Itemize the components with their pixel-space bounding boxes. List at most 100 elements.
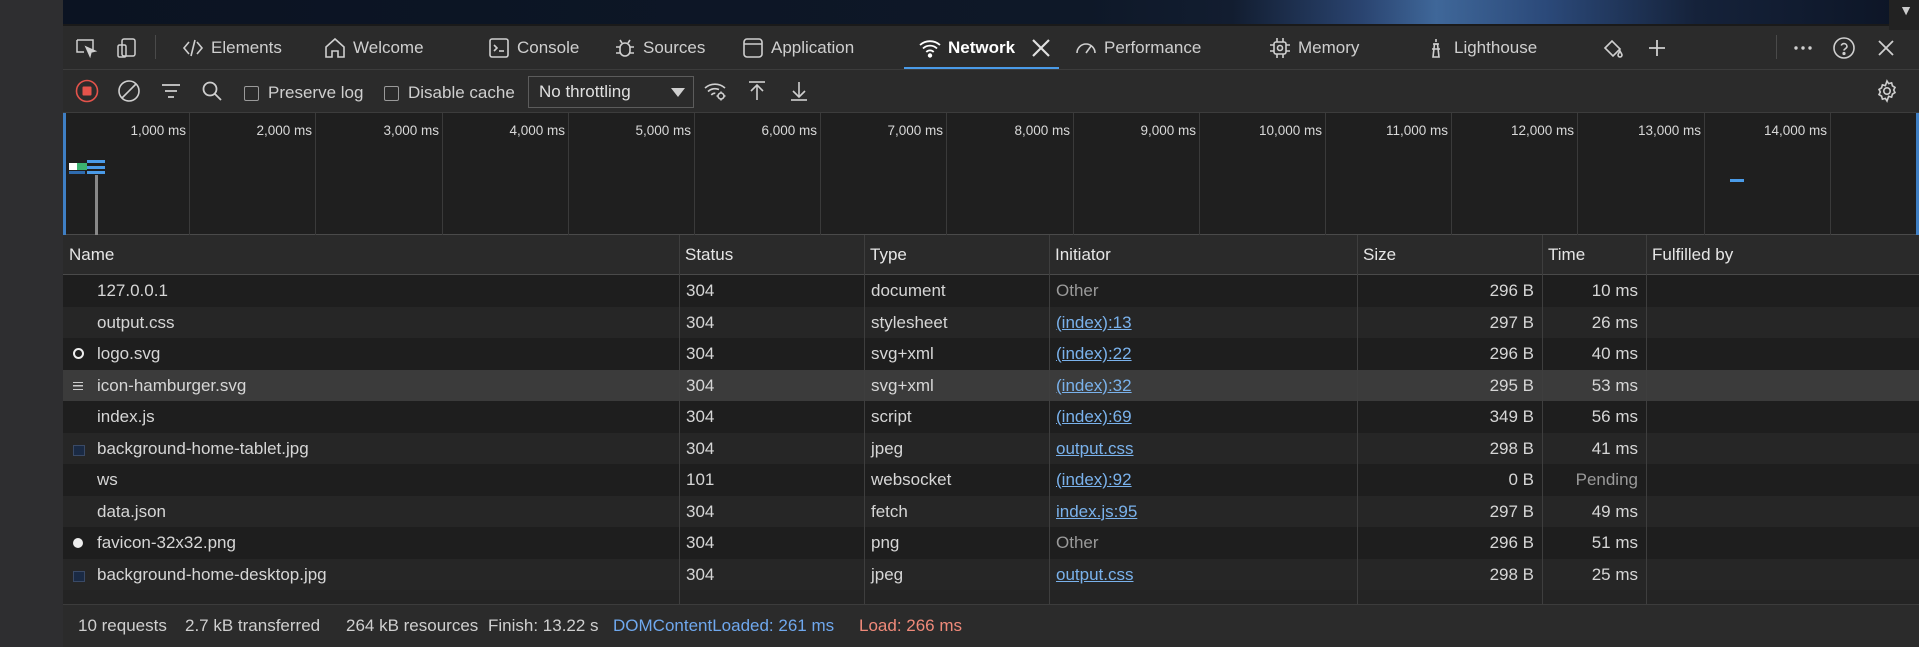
console-icon: [489, 37, 509, 58]
table-row[interactable]: output.css 304 stylesheet (index):13 297 B 26…: [63, 306, 1919, 339]
overview-tick-line: [442, 113, 443, 235]
tab-elements[interactable]: Elements: [181, 26, 282, 69]
cell-status: 101: [686, 470, 715, 489]
cell-type: png: [871, 533, 900, 552]
record-stop-icon[interactable]: [75, 79, 99, 103]
device-toolbar-icon[interactable]: [115, 36, 139, 60]
column-header-time[interactable]: Time: [1542, 235, 1646, 274]
initiator-link[interactable]: (index):13: [1056, 313, 1132, 332]
preserve-log-checkbox[interactable]: Preserve log: [244, 83, 363, 103]
tab-lighthouse[interactable]: Lighthouse: [1424, 26, 1537, 69]
disable-cache-checkbox[interactable]: Disable cache: [384, 83, 515, 103]
home-icon: [325, 37, 345, 58]
cell-size: 297 B: [1489, 501, 1534, 521]
overview-bar: [69, 163, 77, 170]
import-har-icon[interactable]: [745, 79, 769, 103]
tab-memory[interactable]: Memory: [1268, 26, 1359, 69]
tab-lighthouse-label: Lighthouse: [1454, 37, 1538, 57]
close-devtools-icon[interactable]: [1874, 36, 1898, 60]
table-row[interactable]: ws 101 websocket (index):92 0 B Pending: [63, 464, 1919, 496]
cell-initiator[interactable]: (index):92: [1056, 464, 1346, 496]
overview-tick-label: 3,000 ms: [383, 123, 439, 138]
inspect-element-icon[interactable]: [74, 36, 98, 60]
overview-tick-line: [1830, 113, 1831, 235]
cell-initiator[interactable]: (index):32: [1056, 370, 1346, 402]
cell-name: 127.0.0.1: [97, 281, 168, 300]
tab-performance[interactable]: Performance: [1074, 26, 1201, 69]
column-header-name[interactable]: Name: [63, 235, 679, 274]
cell-initiator[interactable]: (index):13: [1056, 307, 1346, 339]
overview-bar: [87, 166, 105, 169]
table-row[interactable]: background-home-tablet.jpg 304 jpeg output.…: [63, 432, 1919, 465]
cell-initiator[interactable]: (index):22: [1056, 338, 1346, 370]
filter-icon[interactable]: [159, 79, 183, 103]
overview-bar: [87, 160, 105, 163]
cell-initiator[interactable]: output.css: [1056, 433, 1346, 465]
overview-tick-label: 8,000 ms: [1014, 123, 1070, 138]
tab-separator: [1776, 35, 1777, 59]
table-row[interactable]: data.json 304 fetch index.js:95 297 B 49 ms: [63, 495, 1919, 528]
table-row[interactable]: favicon-32x32.png 304 png Other 296 B 51 ms: [63, 527, 1919, 559]
cell-initiator[interactable]: output.css: [1056, 559, 1346, 591]
column-header-size[interactable]: Size: [1357, 235, 1542, 274]
column-header-type[interactable]: Type: [864, 235, 1049, 274]
load-time: Load: 266 ms: [859, 616, 963, 635]
settings-gear-icon[interactable]: [1875, 79, 1899, 103]
cell-name: background-home-tablet.jpg: [97, 438, 309, 458]
paint-bucket-icon[interactable]: [1601, 36, 1625, 60]
cell-size: 298 B: [1489, 438, 1534, 458]
tab-welcome-label: Welcome: [353, 37, 424, 57]
column-divider: [1357, 235, 1358, 604]
cell-time: 26 ms: [1591, 312, 1638, 332]
initiator-link[interactable]: (index):92: [1056, 470, 1132, 489]
overview-bar: [77, 163, 87, 170]
checkbox-box[interactable]: [244, 85, 259, 101]
cell-initiator[interactable]: index.js:95: [1056, 496, 1346, 528]
tab-memory-label: Memory: [1298, 37, 1360, 57]
request-count: 10 requests: [78, 616, 167, 635]
bug-icon: [616, 39, 634, 57]
more-options-icon[interactable]: [1791, 36, 1815, 60]
search-icon[interactable]: [200, 79, 224, 103]
network-overview-timeline[interactable]: 1,000 ms 2,000 ms 3,000 ms 4,000 ms 5,000 ms…: [63, 113, 1919, 235]
help-icon[interactable]: [1832, 36, 1856, 60]
column-header-status[interactable]: Status: [679, 235, 864, 274]
overview-tick-label: 6,000 ms: [761, 123, 817, 138]
network-conditions-icon[interactable]: [703, 79, 727, 103]
initiator-link[interactable]: index.js:95: [1056, 502, 1137, 521]
overview-left-handle[interactable]: [63, 113, 66, 235]
cell-initiator[interactable]: (index):69: [1056, 401, 1346, 433]
column-header-fulfilled-by[interactable]: Fulfilled by: [1646, 235, 1919, 274]
export-har-icon[interactable]: [787, 79, 811, 103]
tab-welcome[interactable]: Welcome: [323, 26, 424, 69]
cell-initiator: Other: [1056, 533, 1099, 552]
initiator-link[interactable]: output.css: [1056, 565, 1134, 584]
table-row[interactable]: 127.0.0.1 304 document Other 296 B 10 ms: [63, 275, 1919, 307]
table-row[interactable]: icon-hamburger.svg 304 svg+xml (index):32 29…: [63, 369, 1919, 402]
clear-icon[interactable]: [117, 79, 141, 103]
throttling-select[interactable]: No throttling: [528, 76, 694, 108]
left-gutter: [0, 0, 63, 647]
tab-sources[interactable]: Sources: [613, 26, 705, 69]
column-header-initiator[interactable]: Initiator: [1049, 235, 1357, 274]
table-row[interactable]: background-home-desktop.jpg 304 jpeg output…: [63, 558, 1919, 591]
initiator-link[interactable]: (index):69: [1056, 407, 1132, 426]
overview-scrubber[interactable]: [95, 175, 98, 235]
overview-tick-label: 4,000 ms: [509, 123, 565, 138]
table-row[interactable]: logo.svg 304 svg+xml (index):22 296 B 40 ms: [63, 338, 1919, 370]
initiator-link[interactable]: (index):22: [1056, 344, 1132, 363]
cell-size: 295 B: [1489, 375, 1534, 395]
tab-application[interactable]: Application: [741, 26, 854, 69]
cell-size: 349 B: [1489, 407, 1534, 426]
column-divider: [1542, 235, 1543, 604]
cell-size: 297 B: [1489, 312, 1534, 332]
tab-network[interactable]: Network: [904, 26, 1060, 69]
chevron-down-icon[interactable]: ▼: [1899, 2, 1913, 18]
table-row[interactable]: index.js 304 script (index):69 349 B 56 ms: [63, 401, 1919, 433]
close-tab-icon[interactable]: [1029, 36, 1053, 60]
tab-console[interactable]: Console: [487, 26, 579, 69]
checkbox-box[interactable]: [384, 85, 399, 101]
initiator-link[interactable]: output.css: [1056, 439, 1134, 458]
add-tab-icon[interactable]: [1645, 36, 1669, 60]
initiator-link[interactable]: (index):32: [1056, 376, 1132, 395]
